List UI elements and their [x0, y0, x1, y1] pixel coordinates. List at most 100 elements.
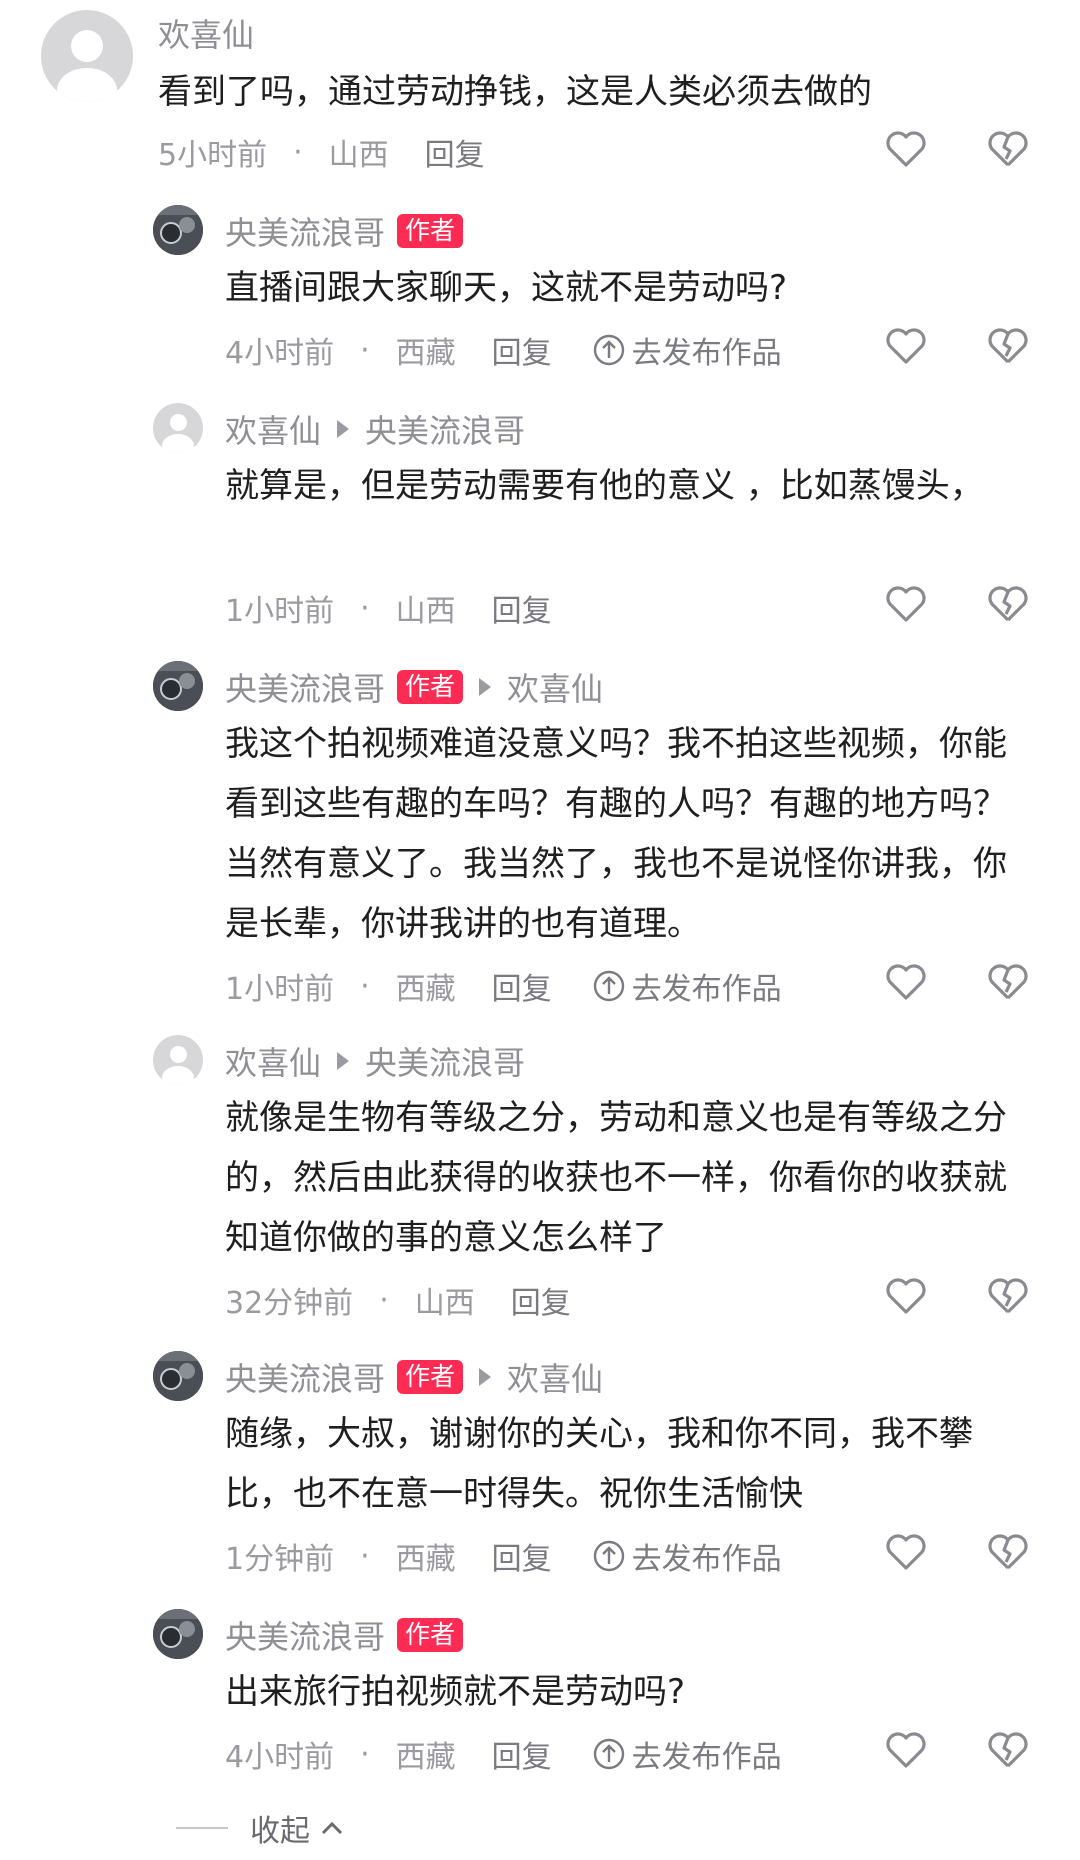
reply-arrow-icon	[479, 1368, 492, 1386]
heart-outline-icon[interactable]	[884, 960, 928, 1004]
comment-meta: 1小时前 · 西藏 回复 去发布作品	[225, 964, 782, 1008]
avatar[interactable]	[153, 661, 203, 711]
reply-to-name[interactable]: 央美流浪哥	[365, 1038, 525, 1084]
commenter-name[interactable]: 央美流浪哥 作者 欢喜仙	[225, 1354, 603, 1400]
reply-button[interactable]: 回复	[492, 328, 552, 372]
publish-label: 去发布作品	[631, 1740, 782, 1775]
author-name[interactable]: 央美流浪哥	[225, 208, 385, 254]
publish-label: 去发布作品	[631, 336, 782, 371]
location: 西藏	[395, 1740, 456, 1775]
broken-heart-icon[interactable]	[986, 582, 1030, 626]
comment-reply: 央美流浪哥 作者 直播间跟大家聊天，这就不是劳动吗? 4小时前 · 西藏 回复 …	[0, 200, 1080, 372]
avatar[interactable]	[41, 10, 133, 102]
heart-outline-icon[interactable]	[884, 582, 928, 626]
comment-text: 直播间跟大家聊天，这就不是劳动吗?	[225, 268, 788, 308]
avatar[interactable]	[153, 1035, 203, 1085]
timestamp: 4小时前	[225, 1740, 335, 1775]
commenter-name[interactable]: 欢喜仙 央美流浪哥	[225, 1038, 525, 1084]
comment-reply: 欢喜仙 央美流浪哥 就像是生物有等级之分，劳动和意义也是有等级之分的，然后由此获…	[0, 1030, 1080, 1322]
location: 西藏	[395, 972, 456, 1007]
upload-circle-icon	[593, 1738, 624, 1770]
upload-circle-icon	[593, 1540, 624, 1572]
heart-outline-icon[interactable]	[884, 1274, 928, 1318]
heart-outline-icon[interactable]	[884, 1530, 928, 1574]
reply-button[interactable]: 回复	[492, 1534, 552, 1578]
reply-to-name[interactable]: 欢喜仙	[507, 664, 603, 710]
publish-button[interactable]: 去发布作品	[592, 1732, 782, 1776]
author-name[interactable]: 央美流浪哥	[225, 1354, 385, 1400]
publish-button[interactable]: 去发布作品	[592, 964, 782, 1008]
reply-arrow-icon	[479, 678, 492, 696]
comment-text: 就像是生物有等级之分，劳动和意义也是有等级之分的，然后由此获得的收获也不一样，你…	[225, 1098, 1007, 1258]
reply-button[interactable]: 回复	[492, 586, 552, 630]
timestamp: 5小时前	[158, 138, 268, 173]
broken-heart-icon[interactable]	[986, 1530, 1030, 1574]
comment-meta: 4小时前 · 西藏 回复 去发布作品	[225, 1732, 782, 1776]
comment-text: 就算是，但是劳动需要有他的意义 ，比如蒸馒头，	[225, 466, 984, 506]
comment-meta: 32分钟前 · 山西 回复	[225, 1278, 571, 1322]
avatar[interactable]	[153, 403, 203, 453]
broken-heart-icon[interactable]	[986, 324, 1030, 368]
reply-button[interactable]: 回复	[492, 1732, 552, 1776]
comment-meta: 5小时前 · 山西 回复	[158, 130, 485, 174]
commenter-name[interactable]: 央美流浪哥 作者	[225, 208, 464, 254]
reply-arrow-icon	[337, 420, 350, 438]
heart-outline-icon[interactable]	[884, 127, 928, 171]
location: 西藏	[395, 336, 456, 371]
comment-top-level: 欢喜仙 看到了吗，通过劳动挣钱，这是人类必须去做的 5小时前 · 山西 回复	[0, 0, 1080, 180]
collapse-replies-button[interactable]: 收起	[176, 1806, 346, 1850]
author-badge: 作者	[397, 670, 464, 704]
author-name[interactable]: 央美流浪哥	[225, 1612, 385, 1658]
comment-text: 出来旅行拍视频就不是劳动吗?	[225, 1672, 686, 1712]
comment-text: 我这个拍视频难道没意义吗？我不拍这些视频，你能看到这些有趣的车吗？有趣的人吗？有…	[225, 724, 1007, 944]
avatar[interactable]	[153, 1351, 203, 1401]
reply-to-name[interactable]: 欢喜仙	[507, 1354, 603, 1400]
chevron-up-icon	[321, 1821, 343, 1835]
reply-to-name[interactable]: 央美流浪哥	[365, 406, 525, 452]
commenter-name[interactable]: 央美流浪哥 作者 欢喜仙	[225, 664, 603, 710]
reply-arrow-icon	[337, 1052, 350, 1070]
heart-outline-icon[interactable]	[884, 1728, 928, 1772]
commenter-name-text[interactable]: 欢喜仙	[225, 406, 321, 452]
avatar[interactable]	[153, 1609, 203, 1659]
comment-meta: 1分钟前 · 西藏 回复 去发布作品	[225, 1534, 782, 1578]
upload-circle-icon	[593, 334, 624, 366]
broken-heart-icon[interactable]	[986, 1728, 1030, 1772]
location: 西藏	[395, 1542, 456, 1577]
collapse-label: 收起	[250, 1814, 310, 1849]
commenter-name[interactable]: 央美流浪哥 作者	[225, 1612, 464, 1658]
comment-meta: 4小时前 · 西藏 回复 去发布作品	[225, 328, 782, 372]
timestamp: 1小时前	[225, 972, 335, 1007]
heart-outline-icon[interactable]	[884, 324, 928, 368]
comment-meta: 1小时前 · 山西 回复	[225, 586, 552, 630]
reply-button[interactable]: 回复	[511, 1278, 571, 1322]
avatar[interactable]	[153, 205, 203, 255]
timestamp: 1分钟前	[225, 1542, 335, 1577]
broken-heart-icon[interactable]	[986, 960, 1030, 1004]
reply-button[interactable]: 回复	[425, 130, 485, 174]
timestamp: 4小时前	[225, 336, 335, 371]
publish-button[interactable]: 去发布作品	[592, 328, 782, 372]
comment-reply: 欢喜仙 央美流浪哥 就算是，但是劳动需要有他的意义 ，比如蒸馒头， 1小时前 ·…	[0, 398, 1080, 629]
comment-reply: 央美流浪哥 作者 欢喜仙 我这个拍视频难道没意义吗？我不拍这些视频，你能看到这些…	[0, 656, 1080, 1008]
author-name[interactable]: 央美流浪哥	[225, 664, 385, 710]
broken-heart-icon[interactable]	[986, 1274, 1030, 1318]
author-badge: 作者	[397, 214, 464, 248]
comment-text: 随缘，大叔，谢谢你的关心，我和你不同，我不攀比，也不在意一时得失。祝你生活愉快	[225, 1414, 973, 1514]
commenter-name-text[interactable]: 欢喜仙	[225, 1038, 321, 1084]
author-badge: 作者	[397, 1360, 464, 1394]
comment-reply: 央美流浪哥 作者 出来旅行拍视频就不是劳动吗? 4小时前 · 西藏 回复 去发布…	[0, 1604, 1080, 1776]
broken-heart-icon[interactable]	[986, 127, 1030, 171]
timestamp: 32分钟前	[225, 1286, 354, 1321]
author-badge: 作者	[397, 1618, 464, 1652]
publish-label: 去发布作品	[631, 1542, 782, 1577]
location: 山西	[328, 138, 389, 173]
commenter-name[interactable]: 欢喜仙 央美流浪哥	[225, 406, 525, 452]
reply-button[interactable]: 回复	[492, 964, 552, 1008]
timestamp: 1小时前	[225, 594, 335, 629]
publish-label: 去发布作品	[631, 972, 782, 1007]
commenter-name[interactable]: 欢喜仙	[158, 10, 254, 56]
publish-button[interactable]: 去发布作品	[592, 1534, 782, 1578]
location: 山西	[395, 594, 456, 629]
comment-text: 看到了吗，通过劳动挣钱，这是人类必须去做的	[158, 72, 872, 112]
